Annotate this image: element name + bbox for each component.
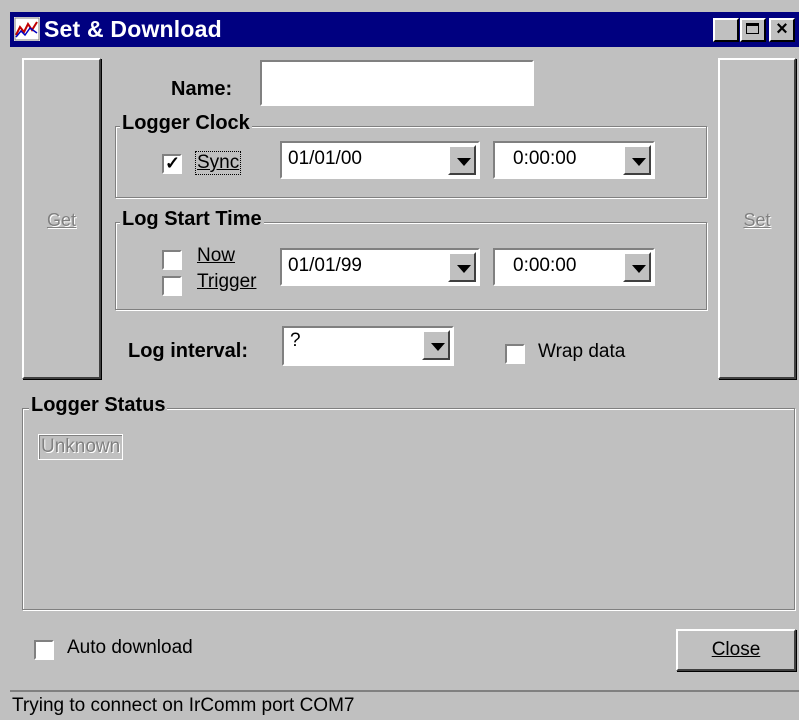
minimize-icon: _	[720, 22, 732, 44]
app-chart-icon	[14, 17, 40, 41]
minimize-button[interactable]: _	[713, 18, 739, 44]
clock-date-dropdown-button[interactable]	[448, 145, 476, 175]
get-button-label: Get	[24, 210, 99, 231]
logger-status-group: Logger Status	[22, 394, 795, 610]
auto-download-checkbox[interactable]	[34, 640, 54, 660]
trigger-label-text: Trigger	[197, 271, 257, 292]
get-button[interactable]: Get	[22, 58, 101, 379]
title-bar: Set & Download _ ×	[10, 12, 799, 47]
wrap-data-checkbox[interactable]	[505, 344, 525, 364]
log-interval-value: ?	[290, 330, 301, 351]
set-button-label: Set	[720, 210, 794, 231]
logger-status-value: Unknown	[38, 434, 124, 460]
name-label: Name:	[171, 78, 233, 100]
log-interval-dropdown-button[interactable]	[422, 330, 450, 360]
set-button-text: Set	[743, 210, 771, 230]
checkmark-icon: ✓	[165, 153, 181, 173]
now-label-text: Now	[197, 245, 236, 266]
get-button-text: Get	[46, 210, 76, 230]
chevron-down-icon	[431, 343, 445, 351]
now-label: Now	[197, 245, 235, 267]
start-time-value: 0:00:00	[513, 255, 577, 276]
close-window-button[interactable]: ×	[769, 18, 795, 42]
start-time-select[interactable]: 0:00:00	[493, 248, 655, 286]
sync-checkbox[interactable]: ✓	[162, 153, 182, 174]
logger-clock-title: Logger Clock	[120, 112, 252, 135]
close-icon: ×	[776, 18, 788, 40]
clock-date-value: 01/01/00	[288, 148, 362, 169]
start-time-dropdown-button[interactable]	[623, 252, 651, 282]
start-date-select[interactable]: 01/01/99	[280, 248, 480, 286]
clock-date-select[interactable]: 01/01/00	[280, 141, 480, 179]
sync-label-text: Sync	[197, 152, 240, 173]
set-download-window: Set & Download _ × Get Set Name: Logger …	[0, 0, 799, 720]
start-date-dropdown-button[interactable]	[448, 252, 476, 282]
status-text: Trying to connect on IrComm port COM7	[12, 695, 355, 716]
close-button-text: Close	[711, 639, 761, 660]
wrap-data-label: Wrap data	[538, 341, 626, 362]
clock-time-value: 0:00:00	[513, 148, 577, 169]
start-date-value: 01/01/99	[288, 255, 362, 276]
now-checkbox[interactable]	[162, 250, 182, 270]
window-title: Set & Download	[44, 16, 222, 42]
chevron-down-icon	[632, 265, 646, 273]
log-interval-label: Log interval:	[128, 340, 249, 362]
log-start-time-title: Log Start Time	[120, 208, 264, 231]
log-interval-select[interactable]: ?	[282, 326, 454, 366]
set-button[interactable]: Set	[718, 58, 796, 379]
clock-time-select[interactable]: 0:00:00	[493, 141, 655, 179]
maximize-button[interactable]	[740, 18, 766, 42]
close-button[interactable]: Close	[676, 629, 796, 671]
chevron-down-icon	[632, 158, 646, 166]
close-button-label: Close	[678, 639, 794, 661]
logger-status-title: Logger Status	[29, 394, 168, 417]
chevron-down-icon	[457, 158, 471, 166]
sync-label: Sync	[195, 151, 242, 175]
auto-download-label: Auto download	[67, 637, 193, 658]
maximize-icon	[746, 23, 759, 34]
chevron-down-icon	[457, 265, 471, 273]
trigger-label: Trigger	[197, 271, 256, 293]
name-input[interactable]	[260, 60, 534, 106]
status-bar: Trying to connect on IrComm port COM7	[10, 690, 799, 720]
trigger-checkbox[interactable]	[162, 276, 182, 296]
clock-time-dropdown-button[interactable]	[623, 145, 651, 175]
